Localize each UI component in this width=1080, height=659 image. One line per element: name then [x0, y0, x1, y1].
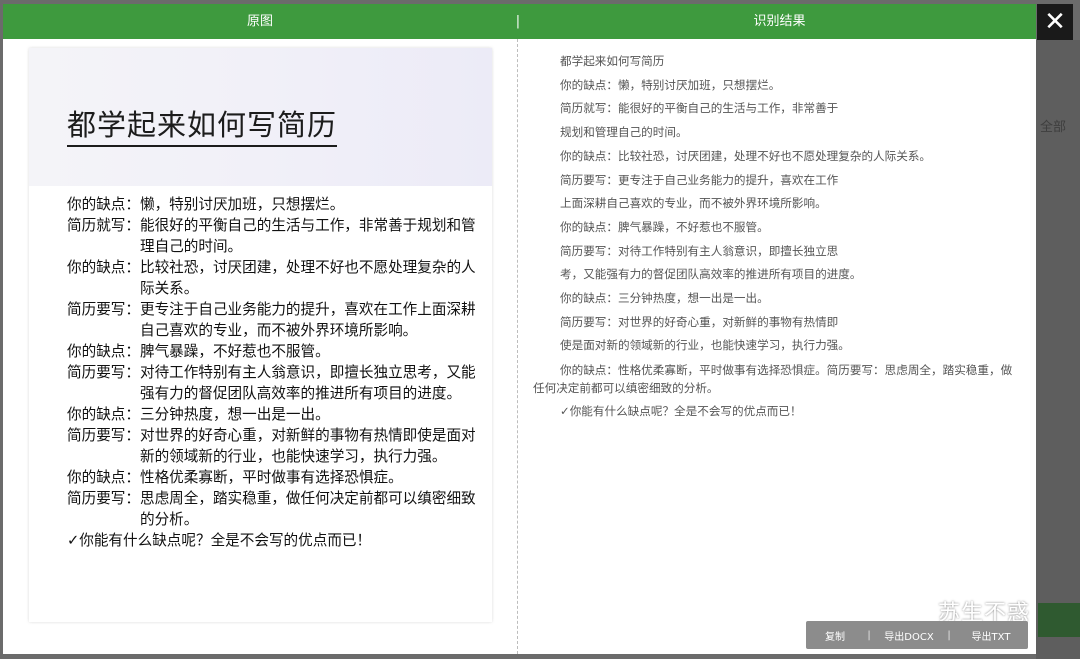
- close-icon: ✕: [1044, 7, 1066, 37]
- result-line: 你的缺点：脾气暴躁，不好惹也不服管。: [560, 219, 769, 234]
- original-line: 简历要写： 思虑周全，踏实稳重，做任何决定前都可以缜密细致的分析。: [67, 490, 476, 528]
- result-line: 简历要写：对待工作特别有主人翁意识，即擅长独立思: [560, 243, 839, 258]
- close-button[interactable]: ✕: [1037, 4, 1073, 40]
- result-toolbar: 复制 | 导出DOCX | 导出TXT: [806, 621, 1028, 649]
- export-txt-button[interactable]: 导出TXT: [954, 628, 1028, 643]
- result-line: 你的缺点：三分钟热度，想一出是一出。: [560, 291, 769, 306]
- recognition-result-title: 识别结果: [753, 14, 806, 29]
- original-line: 你的缺点： 比较社恐，讨厌团建，处理不好也不愿处理复杂的人际关系。: [67, 259, 476, 297]
- original-line: 简历要写： 对待工作特别有主人翁意识，即擅长独立思考，又能强有力的督促团队高效率的…: [67, 364, 476, 402]
- original-line: 简历要写： 对世界的好奇心重，对新鲜的事物有热情即使是面对新的领域新的行业，也能快…: [67, 427, 476, 465]
- result-line: 简历要写：对世界的好奇心重，对新鲜的事物有热情即: [560, 314, 839, 329]
- original-line: 简历要写： 更专注于自己业务能力的提升，喜欢在工作上面深耕自己喜欢的专业，而不被外…: [67, 301, 476, 339]
- result-line: 使是面对新的领域新的行业，也能快速学习，执行力强。: [560, 338, 850, 353]
- original-closing-line: ✓你能有什么缺点呢？全是不会写的优点而已！: [67, 532, 372, 549]
- backdrop-tab-all: 全部: [1040, 120, 1067, 135]
- ocr-result-dialog: 原图 | 识别结果 都学起来如何写简历 你的缺点： 懒，特别讨厌加班，只想摆烂。 …: [3, 4, 1036, 654]
- original-line: 你的缺点： 三分钟热度，想一出是一出。: [67, 406, 330, 423]
- toolbar-separator: |: [867, 629, 871, 641]
- result-line-wrapped: 你的缺点：性格优柔寡断，平时做事有选择恐惧症。简历要写：思虑周全，踏实稳重，做任…: [533, 363, 1013, 396]
- result-line: 上面深耕自己喜欢的专业，而不被外界环境所影响。: [560, 196, 827, 211]
- original-image: 都学起来如何写简历 你的缺点： 懒，特别讨厌加班，只想摆烂。 简历就写： 能很好的平…: [29, 48, 492, 622]
- backdrop-button: [1038, 603, 1080, 637]
- panel-divider: [517, 39, 518, 654]
- recognition-result-text: 都学起来如何写简历 你的缺点：懒，特别讨厌加班，只想摆烂。 简历就写：能很好的平…: [533, 50, 1013, 424]
- result-closing-line: ✓你能有什么缺点呢？全是不会写的优点而已！: [560, 404, 802, 419]
- original-image-text: 你的缺点： 懒，特别讨厌加班，只想摆烂。 简历就写： 能很好的平衡自己的生活与工作，…: [67, 194, 487, 551]
- original-line: 简历就写： 能很好的平衡自己的生活与工作，非常善于规划和管理自己的时间。: [67, 217, 476, 255]
- result-line: 你的缺点：懒，特别讨厌加班，只想摆烂。: [560, 77, 781, 92]
- original-image-heading: 都学起来如何写简历: [67, 102, 338, 147]
- export-docx-button[interactable]: 导出DOCX: [874, 628, 944, 643]
- result-line: 都学起来如何写简历: [560, 54, 665, 68]
- copy-button[interactable]: 复制: [806, 628, 864, 643]
- original-line: 你的缺点： 脾气暴躁，不好惹也不服管。: [67, 343, 330, 360]
- result-line: 考，又能强有力的督促团队高效率的推进所有项目的进度。: [560, 267, 862, 282]
- dialog-header: 原图 | 识别结果: [3, 4, 1036, 39]
- original-image-title: 原图: [246, 14, 273, 29]
- result-line: 你的缺点：比较社恐，讨厌团建，处理不好也不愿处理复杂的人际关系。: [560, 148, 932, 163]
- result-line: 简历就写：能很好的平衡自己的生活与工作，非常善于: [560, 101, 839, 116]
- header-separator: |: [515, 14, 521, 29]
- result-line: 简历要写：更专注于自己业务能力的提升，喜欢在工作: [560, 172, 839, 187]
- original-line: 你的缺点： 性格优柔寡断，平时做事有选择恐惧症。: [67, 469, 403, 486]
- toolbar-separator: |: [947, 629, 951, 641]
- original-line: 你的缺点： 懒，特别讨厌加班，只想摆烂。: [67, 196, 345, 213]
- result-line: 规划和管理自己的时间。: [560, 125, 688, 140]
